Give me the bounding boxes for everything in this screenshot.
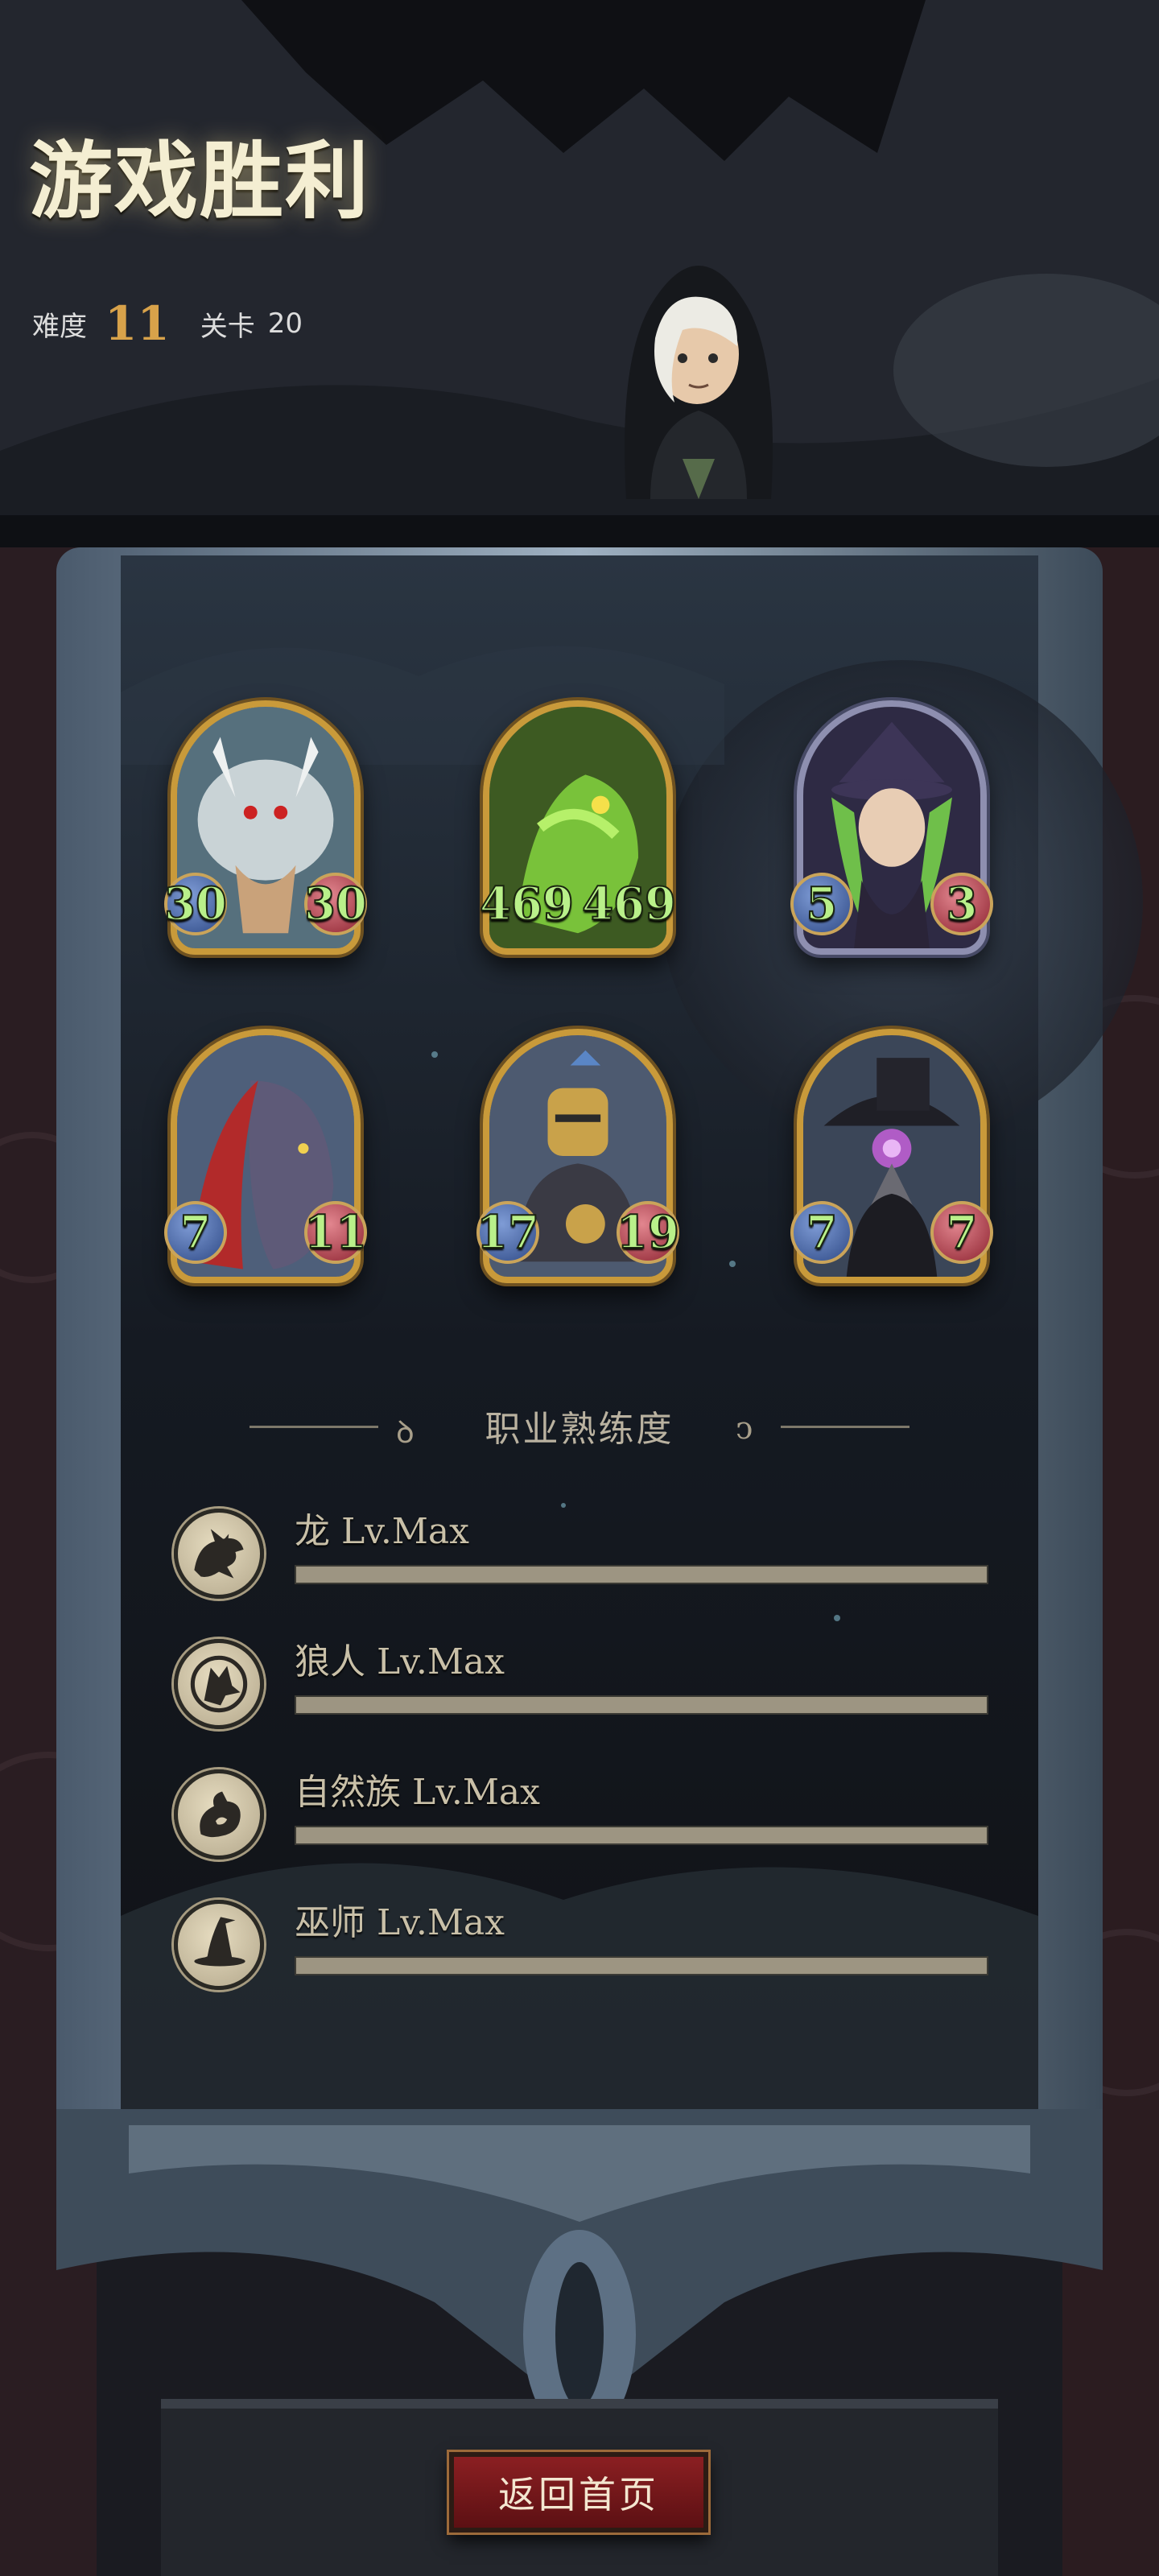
attack-value: 5 <box>790 873 853 935</box>
mastery-progress-bar <box>295 1956 988 1975</box>
unit-card-green-dragon[interactable]: 469 469 <box>479 700 677 955</box>
run-info: 难度 11 关卡 20 <box>32 291 303 356</box>
unit-card-plague-doctor[interactable]: 77 <box>790 1029 993 1283</box>
swirl-right-icon: ↄ <box>736 1410 753 1446</box>
health-value: 30 <box>303 873 368 935</box>
mastery-progress-bar <box>295 1565 988 1584</box>
mastery-title: 职业熟练度 <box>485 1409 674 1450</box>
mastery-progress-fill <box>296 1697 987 1713</box>
mastery-label: 巫师 Lv.Max <box>295 1902 505 1943</box>
mastery-row-werewolf: 狼人 Lv.Max <box>174 1628 992 1740</box>
mastery-row-dragon: 龙 Lv.Max <box>174 1497 992 1610</box>
unit-card-armored-knight[interactable]: 17 19 <box>476 1029 680 1283</box>
stage-label: 关卡 <box>200 310 255 343</box>
mastery-row-nature: 自然族 Lv.Max <box>174 1758 992 1871</box>
attack-value: 7 <box>164 1201 227 1264</box>
mastery-label: 自然族 Lv.Max <box>295 1772 540 1813</box>
mastery-progress-bar <box>295 1695 988 1715</box>
nature-icon <box>174 1769 264 1860</box>
attack-value: 469 <box>479 877 575 931</box>
mastery-label: 龙 Lv.Max <box>295 1511 469 1552</box>
mastery-label: 狼人 Lv.Max <box>295 1641 505 1682</box>
mastery-progress-fill <box>296 1567 987 1583</box>
unit-card-green-haired-witch[interactable]: 53 <box>790 700 993 955</box>
health-value: 7 <box>930 1201 993 1264</box>
wolf-icon <box>174 1639 264 1729</box>
dragon-icon <box>174 1509 264 1599</box>
return-home-button[interactable]: 返回首页 <box>449 2452 708 2533</box>
unit-card-werewolf[interactable]: 7 11 <box>164 1029 368 1283</box>
attack-value: 7 <box>790 1201 853 1264</box>
mastery-row-wizard: 巫师 Lv.Max <box>174 1889 992 2001</box>
victory-title: 游戏胜利 <box>29 131 371 230</box>
mastery-progress-fill <box>296 1827 987 1843</box>
difficulty-label: 难度 <box>32 310 87 343</box>
health-value: 19 <box>616 1201 680 1264</box>
stage-value: 20 <box>267 308 303 340</box>
unit-card-white-maned-beast[interactable]: 30 30 <box>163 700 368 955</box>
health-value: 469 <box>581 877 677 931</box>
health-value: 11 <box>303 1201 368 1264</box>
background-art <box>0 0 1159 2576</box>
difficulty-value: 11 <box>105 296 170 351</box>
attack-value: 30 <box>163 873 228 935</box>
attack-value: 17 <box>476 1201 540 1264</box>
hooded-hero-portrait <box>625 266 773 499</box>
divider-right <box>781 1426 909 1428</box>
wizard-hat-icon <box>174 1900 264 1990</box>
health-value: 3 <box>930 873 993 935</box>
mastery-progress-bar <box>295 1826 988 1845</box>
mastery-progress-fill <box>296 1958 987 1974</box>
victory-screen: 游戏胜利 难度 11 关卡 20 30 30 469 469 5 3 7 11 17 19 7 7 ꝺ… <box>0 0 1159 2576</box>
